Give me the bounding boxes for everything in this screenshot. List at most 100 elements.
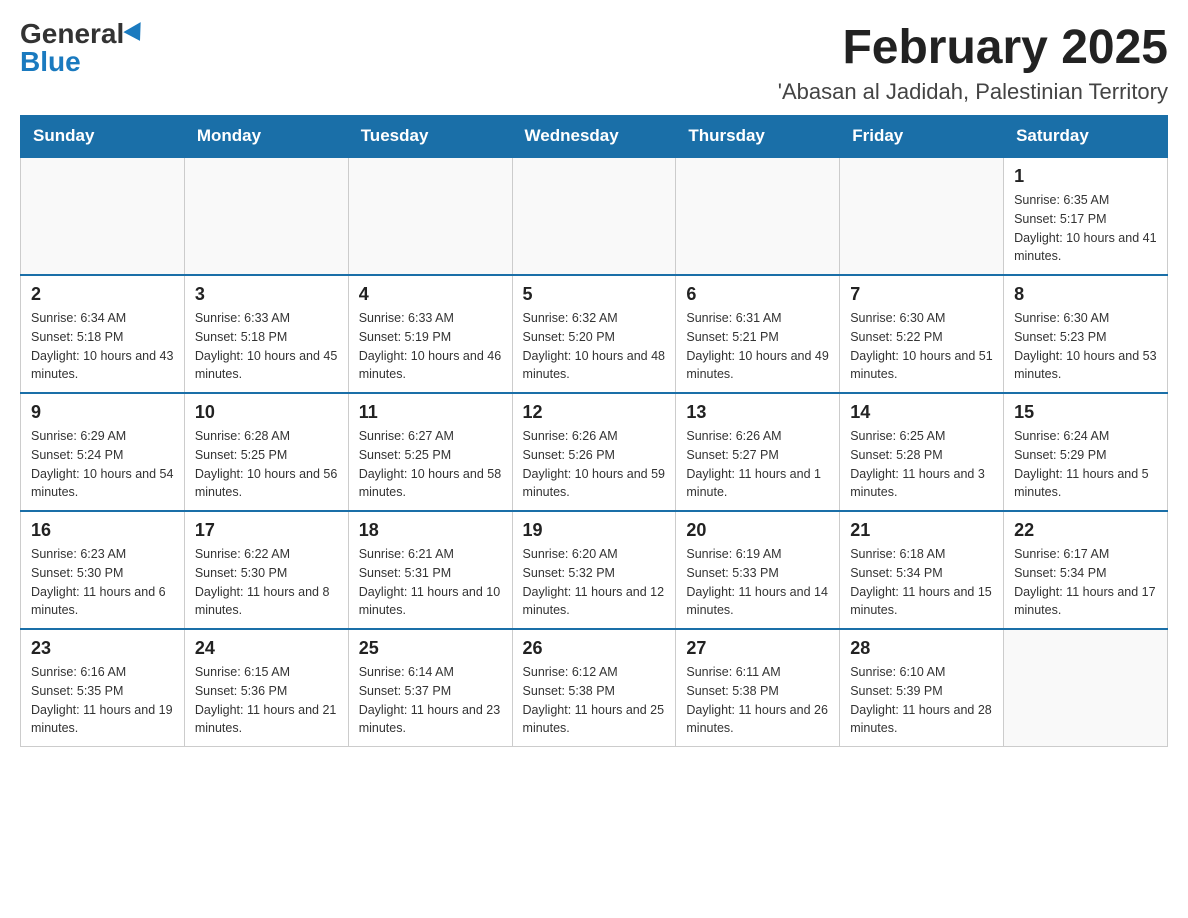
calendar-week-row: 23 Sunrise: 6:16 AMSunset: 5:35 PMDayligh… <box>21 629 1168 747</box>
calendar-cell: 9 Sunrise: 6:29 AMSunset: 5:24 PMDaylight… <box>21 393 185 511</box>
calendar-cell: 21 Sunrise: 6:18 AMSunset: 5:34 PMDayligh… <box>840 511 1004 629</box>
day-number: 14 <box>850 402 993 423</box>
day-info: Sunrise: 6:12 AMSunset: 5:38 PMDaylight:… <box>523 663 666 738</box>
day-number: 24 <box>195 638 338 659</box>
calendar-week-row: 2 Sunrise: 6:34 AMSunset: 5:18 PMDaylight… <box>21 275 1168 393</box>
location-subtitle: 'Abasan al Jadidah, Palestinian Territor… <box>778 79 1168 105</box>
day-info: Sunrise: 6:30 AMSunset: 5:22 PMDaylight:… <box>850 309 993 384</box>
day-info: Sunrise: 6:28 AMSunset: 5:25 PMDaylight:… <box>195 427 338 502</box>
day-info: Sunrise: 6:11 AMSunset: 5:38 PMDaylight:… <box>686 663 829 738</box>
calendar-cell: 26 Sunrise: 6:12 AMSunset: 5:38 PMDayligh… <box>512 629 676 747</box>
calendar-cell: 24 Sunrise: 6:15 AMSunset: 5:36 PMDayligh… <box>184 629 348 747</box>
day-number: 11 <box>359 402 502 423</box>
day-info: Sunrise: 6:35 AMSunset: 5:17 PMDaylight:… <box>1014 191 1157 266</box>
day-number: 25 <box>359 638 502 659</box>
day-number: 20 <box>686 520 829 541</box>
calendar-header-sunday: Sunday <box>21 116 185 158</box>
calendar-cell: 28 Sunrise: 6:10 AMSunset: 5:39 PMDayligh… <box>840 629 1004 747</box>
day-number: 21 <box>850 520 993 541</box>
day-number: 9 <box>31 402 174 423</box>
calendar-header-wednesday: Wednesday <box>512 116 676 158</box>
logo-blue-text: Blue <box>20 46 81 77</box>
calendar-cell: 17 Sunrise: 6:22 AMSunset: 5:30 PMDayligh… <box>184 511 348 629</box>
month-title: February 2025 <box>778 20 1168 75</box>
calendar-cell: 8 Sunrise: 6:30 AMSunset: 5:23 PMDaylight… <box>1004 275 1168 393</box>
day-info: Sunrise: 6:32 AMSunset: 5:20 PMDaylight:… <box>523 309 666 384</box>
calendar-cell <box>21 157 185 275</box>
day-number: 1 <box>1014 166 1157 187</box>
calendar-cell: 4 Sunrise: 6:33 AMSunset: 5:19 PMDaylight… <box>348 275 512 393</box>
calendar-cell: 19Sunrise: 6:20 AMSunset: 5:32 PMDayligh… <box>512 511 676 629</box>
day-info: Sunrise: 6:26 AMSunset: 5:27 PMDaylight:… <box>686 427 829 502</box>
day-number: 4 <box>359 284 502 305</box>
day-info: Sunrise: 6:14 AMSunset: 5:37 PMDaylight:… <box>359 663 502 738</box>
day-info: Sunrise: 6:24 AMSunset: 5:29 PMDaylight:… <box>1014 427 1157 502</box>
calendar-week-row: 1 Sunrise: 6:35 AMSunset: 5:17 PMDaylight… <box>21 157 1168 275</box>
day-number: 27 <box>686 638 829 659</box>
calendar-cell <box>676 157 840 275</box>
day-info: Sunrise: 6:21 AMSunset: 5:31 PMDaylight:… <box>359 545 502 620</box>
calendar-cell <box>840 157 1004 275</box>
calendar-cell: 23 Sunrise: 6:16 AMSunset: 5:35 PMDayligh… <box>21 629 185 747</box>
logo: General Blue <box>20 20 146 76</box>
title-section: February 2025 'Abasan al Jadidah, Palest… <box>778 20 1168 105</box>
calendar-cell: 25 Sunrise: 6:14 AMSunset: 5:37 PMDayligh… <box>348 629 512 747</box>
calendar-cell: 1 Sunrise: 6:35 AMSunset: 5:17 PMDaylight… <box>1004 157 1168 275</box>
day-number: 23 <box>31 638 174 659</box>
calendar-table: SundayMondayTuesdayWednesdayThursdayFrid… <box>20 115 1168 747</box>
day-number: 6 <box>686 284 829 305</box>
calendar-cell: 18 Sunrise: 6:21 AMSunset: 5:31 PMDayligh… <box>348 511 512 629</box>
calendar-week-row: 9 Sunrise: 6:29 AMSunset: 5:24 PMDaylight… <box>21 393 1168 511</box>
day-number: 12 <box>523 402 666 423</box>
day-number: 3 <box>195 284 338 305</box>
day-info: Sunrise: 6:33 AMSunset: 5:19 PMDaylight:… <box>359 309 502 384</box>
day-info: Sunrise: 6:15 AMSunset: 5:36 PMDaylight:… <box>195 663 338 738</box>
calendar-header-thursday: Thursday <box>676 116 840 158</box>
calendar-cell <box>512 157 676 275</box>
day-info: Sunrise: 6:18 AMSunset: 5:34 PMDaylight:… <box>850 545 993 620</box>
day-info: Sunrise: 6:16 AMSunset: 5:35 PMDaylight:… <box>31 663 174 738</box>
calendar-cell: 13Sunrise: 6:26 AMSunset: 5:27 PMDayligh… <box>676 393 840 511</box>
day-info: Sunrise: 6:30 AMSunset: 5:23 PMDaylight:… <box>1014 309 1157 384</box>
calendar-cell: 2 Sunrise: 6:34 AMSunset: 5:18 PMDaylight… <box>21 275 185 393</box>
calendar-header-monday: Monday <box>184 116 348 158</box>
calendar-week-row: 16Sunrise: 6:23 AMSunset: 5:30 PMDayligh… <box>21 511 1168 629</box>
day-info: Sunrise: 6:27 AMSunset: 5:25 PMDaylight:… <box>359 427 502 502</box>
calendar-header-friday: Friday <box>840 116 1004 158</box>
calendar-cell: 22 Sunrise: 6:17 AMSunset: 5:34 PMDayligh… <box>1004 511 1168 629</box>
day-info: Sunrise: 6:20 AMSunset: 5:32 PMDaylight:… <box>523 545 666 620</box>
calendar-cell: 7 Sunrise: 6:30 AMSunset: 5:22 PMDaylight… <box>840 275 1004 393</box>
day-number: 18 <box>359 520 502 541</box>
calendar-cell: 5Sunrise: 6:32 AMSunset: 5:20 PMDaylight… <box>512 275 676 393</box>
logo-general-text: General <box>20 20 124 48</box>
calendar-header-saturday: Saturday <box>1004 116 1168 158</box>
calendar-cell: 11 Sunrise: 6:27 AMSunset: 5:25 PMDayligh… <box>348 393 512 511</box>
day-info: Sunrise: 6:22 AMSunset: 5:30 PMDaylight:… <box>195 545 338 620</box>
day-number: 22 <box>1014 520 1157 541</box>
calendar-cell <box>1004 629 1168 747</box>
day-info: Sunrise: 6:10 AMSunset: 5:39 PMDaylight:… <box>850 663 993 738</box>
day-info: Sunrise: 6:19 AMSunset: 5:33 PMDaylight:… <box>686 545 829 620</box>
day-number: 2 <box>31 284 174 305</box>
day-number: 26 <box>523 638 666 659</box>
page-header: General Blue February 2025 'Abasan al Ja… <box>20 20 1168 105</box>
day-number: 17 <box>195 520 338 541</box>
day-info: Sunrise: 6:25 AMSunset: 5:28 PMDaylight:… <box>850 427 993 502</box>
logo-triangle-icon <box>124 22 149 46</box>
day-info: Sunrise: 6:33 AMSunset: 5:18 PMDaylight:… <box>195 309 338 384</box>
calendar-cell: 16Sunrise: 6:23 AMSunset: 5:30 PMDayligh… <box>21 511 185 629</box>
calendar-cell: 10Sunrise: 6:28 AMSunset: 5:25 PMDayligh… <box>184 393 348 511</box>
day-number: 8 <box>1014 284 1157 305</box>
day-number: 28 <box>850 638 993 659</box>
day-info: Sunrise: 6:26 AMSunset: 5:26 PMDaylight:… <box>523 427 666 502</box>
calendar-cell: 3 Sunrise: 6:33 AMSunset: 5:18 PMDaylight… <box>184 275 348 393</box>
calendar-cell: 20 Sunrise: 6:19 AMSunset: 5:33 PMDayligh… <box>676 511 840 629</box>
calendar-header-row: SundayMondayTuesdayWednesdayThursdayFrid… <box>21 116 1168 158</box>
day-info: Sunrise: 6:17 AMSunset: 5:34 PMDaylight:… <box>1014 545 1157 620</box>
calendar-cell: 14 Sunrise: 6:25 AMSunset: 5:28 PMDayligh… <box>840 393 1004 511</box>
day-number: 15 <box>1014 402 1157 423</box>
day-number: 7 <box>850 284 993 305</box>
day-info: Sunrise: 6:29 AMSunset: 5:24 PMDaylight:… <box>31 427 174 502</box>
day-info: Sunrise: 6:31 AMSunset: 5:21 PMDaylight:… <box>686 309 829 384</box>
day-info: Sunrise: 6:34 AMSunset: 5:18 PMDaylight:… <box>31 309 174 384</box>
